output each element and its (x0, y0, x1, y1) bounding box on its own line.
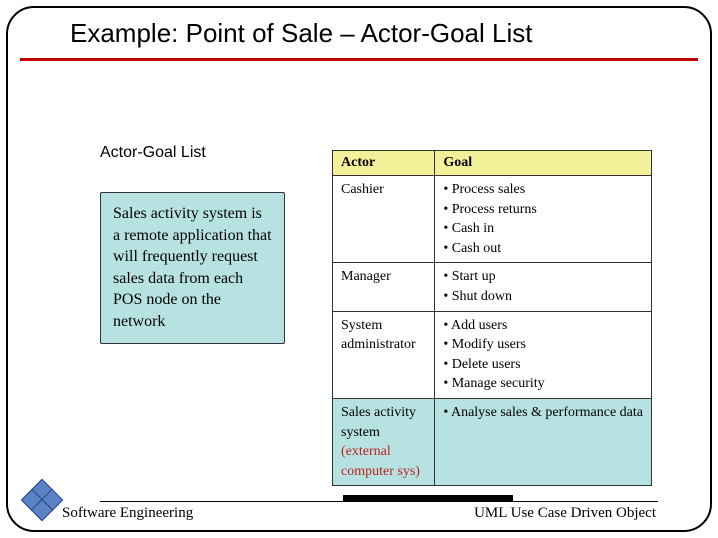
footer: Software Engineering UML Use Case Driven… (60, 505, 658, 522)
goal-item: • Process sales (443, 180, 643, 200)
table-row: System administrator• Add users• Modify … (333, 311, 652, 398)
actor-cell: Manager (333, 263, 435, 311)
footer-divider (100, 501, 658, 502)
goal-item: • Cash out (443, 239, 643, 259)
slide-title: Example: Point of Sale – Actor-Goal List (70, 18, 678, 49)
goal-cell: • Start up• Shut down (435, 263, 652, 311)
actor-cell: System administrator (333, 311, 435, 398)
goal-item: • Manage security (443, 374, 643, 394)
left-column: Actor-Goal List Sales activity system is… (100, 150, 310, 344)
footer-left-text: Software Engineering (60, 505, 195, 522)
goal-cell: • Process sales• Process returns• Cash i… (435, 176, 652, 263)
header-goal: Goal (435, 151, 652, 176)
goal-item: • Delete users (443, 355, 643, 375)
goal-item: • Add users (443, 316, 643, 336)
goal-item: • Shut down (443, 287, 643, 307)
goal-cell: • Add users• Modify users• Delete users•… (435, 311, 652, 398)
goal-item: • Modify users (443, 335, 643, 355)
title-underline (20, 58, 698, 61)
table-header-row: Actor Goal (333, 151, 652, 176)
goal-item: • Process returns (443, 200, 643, 220)
callout-note: Sales activity system is a remote applic… (100, 192, 285, 344)
actor-ext-label: (external computer sys) (341, 444, 420, 479)
header-actor: Actor (333, 151, 435, 176)
logo-icon (22, 480, 62, 520)
footer-right-text: UML Use Case Driven Object (472, 505, 658, 522)
goal-item: • Start up (443, 267, 643, 287)
goal-cell: • Analyse sales & performance data (435, 398, 652, 485)
table-row: Manager• Start up• Shut down (333, 263, 652, 311)
actor-cell: Sales activity system(external computer … (333, 398, 435, 485)
goal-item: • Analyse sales & performance data (443, 403, 643, 423)
goal-item: • Cash in (443, 219, 643, 239)
footer-accent-bar (343, 495, 513, 501)
table-row: Sales activity system(external computer … (333, 398, 652, 485)
table-row: Cashier• Process sales• Process returns•… (333, 176, 652, 263)
content-area: Actor-Goal List Sales activity system is… (100, 150, 658, 486)
actor-cell: Cashier (333, 176, 435, 263)
subtitle: Actor-Goal List (100, 144, 310, 162)
actor-goal-table: Actor Goal Cashier• Process sales• Proce… (332, 150, 652, 486)
